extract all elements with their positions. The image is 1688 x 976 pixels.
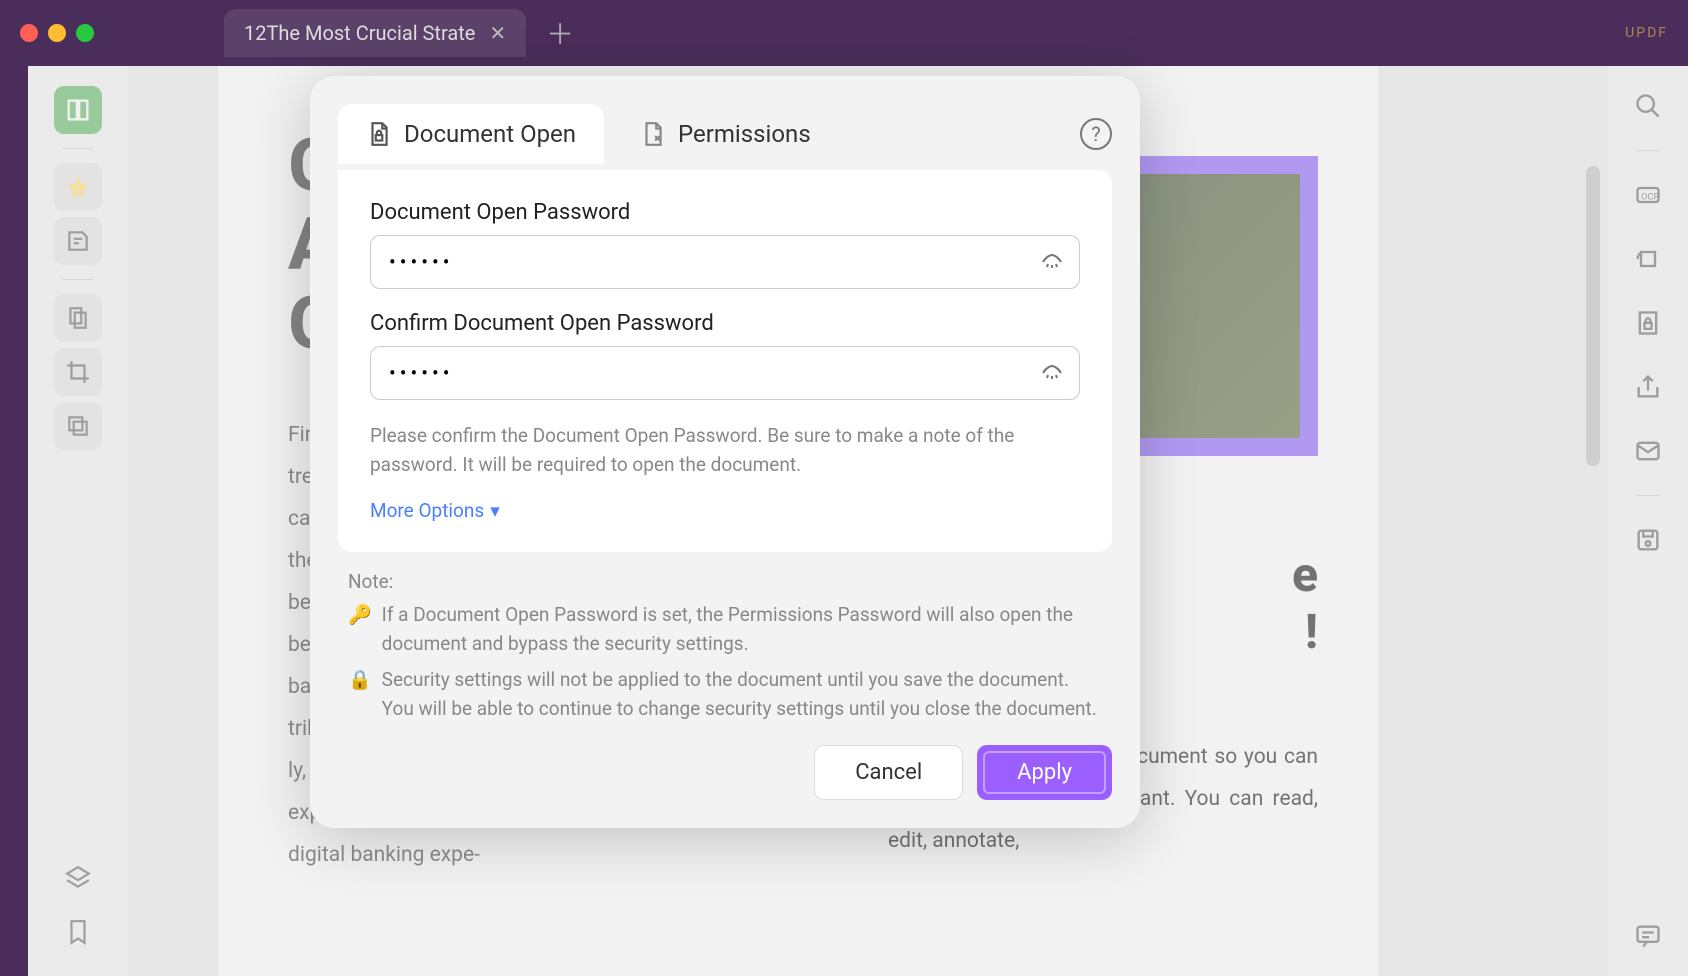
security-modal: Document Open Permissions ? Document Ope… bbox=[310, 76, 1140, 828]
close-window-button[interactable] bbox=[20, 24, 38, 42]
minimize-window-button[interactable] bbox=[48, 24, 66, 42]
confirm-password-input[interactable] bbox=[370, 346, 1080, 400]
note-section: Note: 🔑 If a Document Open Password is s… bbox=[338, 552, 1112, 723]
apply-button[interactable]: Apply bbox=[977, 745, 1112, 800]
maximize-window-button[interactable] bbox=[76, 24, 94, 42]
tab-permissions[interactable]: Permissions bbox=[612, 104, 839, 164]
more-options-toggle[interactable]: More Options ▾ bbox=[370, 499, 1080, 522]
password-input[interactable] bbox=[370, 235, 1080, 289]
close-tab-icon[interactable]: ✕ bbox=[489, 21, 506, 45]
key-icon: 🔑 bbox=[348, 601, 372, 658]
chevron-down-icon: ▾ bbox=[490, 499, 500, 522]
brand-logo: UPDF bbox=[1625, 25, 1668, 41]
document-icon bbox=[366, 121, 392, 147]
tab-document-open[interactable]: Document Open bbox=[338, 104, 604, 164]
tab-label: Document Open bbox=[404, 120, 576, 148]
help-icon[interactable]: ? bbox=[1080, 118, 1112, 150]
window-controls bbox=[20, 24, 94, 42]
tab-title: 12The Most Crucial Strate bbox=[244, 21, 475, 45]
note-item: 🔑 If a Document Open Password is set, th… bbox=[348, 601, 1102, 658]
password-label: Document Open Password bbox=[370, 200, 1080, 225]
cancel-button[interactable]: Cancel bbox=[814, 745, 963, 800]
title-bar: 12The Most Crucial Strate ✕ ＋ UPDF bbox=[0, 0, 1688, 66]
new-tab-button[interactable]: ＋ bbox=[546, 13, 574, 53]
note-label: Note: bbox=[348, 570, 1102, 593]
helper-text: Please confirm the Document Open Passwor… bbox=[370, 422, 1080, 479]
modal-panel: Document Open Password Confirm Document … bbox=[338, 170, 1112, 552]
modal-tabs: Document Open Permissions ? bbox=[338, 104, 1112, 164]
toggle-visibility-icon[interactable] bbox=[1040, 250, 1064, 274]
note-item: 🔒 Security settings will not be applied … bbox=[348, 666, 1102, 723]
confirm-password-label: Confirm Document Open Password bbox=[370, 311, 1080, 336]
document-tab[interactable]: 12The Most Crucial Strate ✕ bbox=[224, 9, 526, 57]
toggle-visibility-icon[interactable] bbox=[1040, 361, 1064, 385]
modal-actions: Cancel Apply bbox=[338, 745, 1112, 800]
lock-icon: 🔒 bbox=[348, 666, 372, 723]
tab-label: Permissions bbox=[678, 120, 811, 148]
permissions-icon bbox=[640, 121, 666, 147]
